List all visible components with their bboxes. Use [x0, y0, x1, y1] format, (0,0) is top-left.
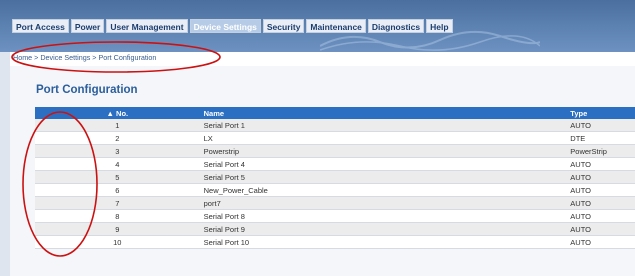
table-row: 4 Serial Port 4 AUTO [35, 157, 635, 171]
cell-no: 8 [35, 209, 200, 223]
cell-type: AUTO [566, 183, 635, 197]
port-table: ▲ No. Name Type 1 Serial Port 1 AUTO 2 L… [35, 107, 635, 249]
cell-name-link[interactable]: Serial Port 8 [199, 209, 567, 223]
column-header-no[interactable]: ▲ No. [35, 107, 200, 119]
table-row: 7 port7 AUTO [35, 196, 635, 210]
table-row: 10 Serial Port 10 AUTO [35, 235, 635, 249]
nav-maintenance[interactable]: Maintenance [306, 19, 366, 33]
cell-name-link[interactable]: Serial Port 10 [199, 235, 567, 249]
cell-name-link[interactable]: Serial Port 9 [199, 222, 567, 236]
cell-no: 5 [35, 170, 200, 184]
cell-name-link[interactable]: LX [199, 131, 567, 145]
table-row: 9 Serial Port 9 AUTO [35, 222, 635, 236]
cell-no: 3 [35, 144, 200, 158]
table-row: 3 Powerstrip PowerStrip [35, 144, 635, 158]
nav-help[interactable]: Help [426, 19, 453, 33]
breadcrumb[interactable]: Home > Device Settings > Port Configurat… [13, 52, 156, 64]
top-banner: Port Access Power User Management Device… [0, 0, 635, 52]
table-header-row: ▲ No. Name Type [35, 107, 635, 119]
cell-name-link[interactable]: Serial Port 1 [199, 119, 567, 132]
table-row: 8 Serial Port 8 AUTO [35, 209, 635, 223]
cell-no: 4 [35, 157, 200, 171]
cell-type: AUTO [566, 119, 635, 132]
cell-type: DTE [566, 131, 635, 145]
cell-no: 10 [35, 235, 200, 249]
cell-no: 2 [35, 131, 200, 145]
main-nav: Port Access Power User Management Device… [12, 19, 453, 33]
cell-name-link[interactable]: Serial Port 4 [199, 157, 567, 171]
nav-security[interactable]: Security [262, 19, 305, 33]
table-row: 1 Serial Port 1 AUTO [35, 119, 635, 132]
nav-device-settings[interactable]: Device Settings [189, 19, 261, 33]
left-sidebar [0, 52, 10, 276]
cell-name-link[interactable]: port7 [199, 196, 567, 210]
cell-type: AUTO [566, 170, 635, 184]
table-row: 2 LX DTE [35, 131, 635, 145]
cell-name-link[interactable]: Powerstrip [199, 144, 567, 158]
cell-type: AUTO [566, 157, 635, 171]
nav-power[interactable]: Power [70, 19, 105, 33]
column-header-name[interactable]: Name [199, 107, 567, 119]
cell-name-link[interactable]: Serial Port 5 [199, 170, 567, 184]
cell-name-link[interactable]: New_Power_Cable [199, 183, 567, 197]
cell-type: AUTO [566, 209, 635, 223]
table-row: 6 New_Power_Cable AUTO [35, 183, 635, 197]
cell-type: AUTO [566, 196, 635, 210]
page-title: Port Configuration [36, 84, 138, 96]
table-row: 5 Serial Port 5 AUTO [35, 170, 635, 184]
column-header-type[interactable]: Type [566, 107, 635, 119]
cell-no: 7 [35, 196, 200, 210]
cell-no: 1 [35, 119, 200, 132]
nav-port-access[interactable]: Port Access [12, 19, 69, 33]
cell-no: 6 [35, 183, 200, 197]
cell-type: AUTO [566, 235, 635, 249]
cell-type: PowerStrip [566, 144, 635, 158]
nav-diagnostics[interactable]: Diagnostics [367, 19, 425, 33]
nav-user-management[interactable]: User Management [106, 19, 188, 33]
cell-no: 9 [35, 222, 200, 236]
cell-type: AUTO [566, 222, 635, 236]
